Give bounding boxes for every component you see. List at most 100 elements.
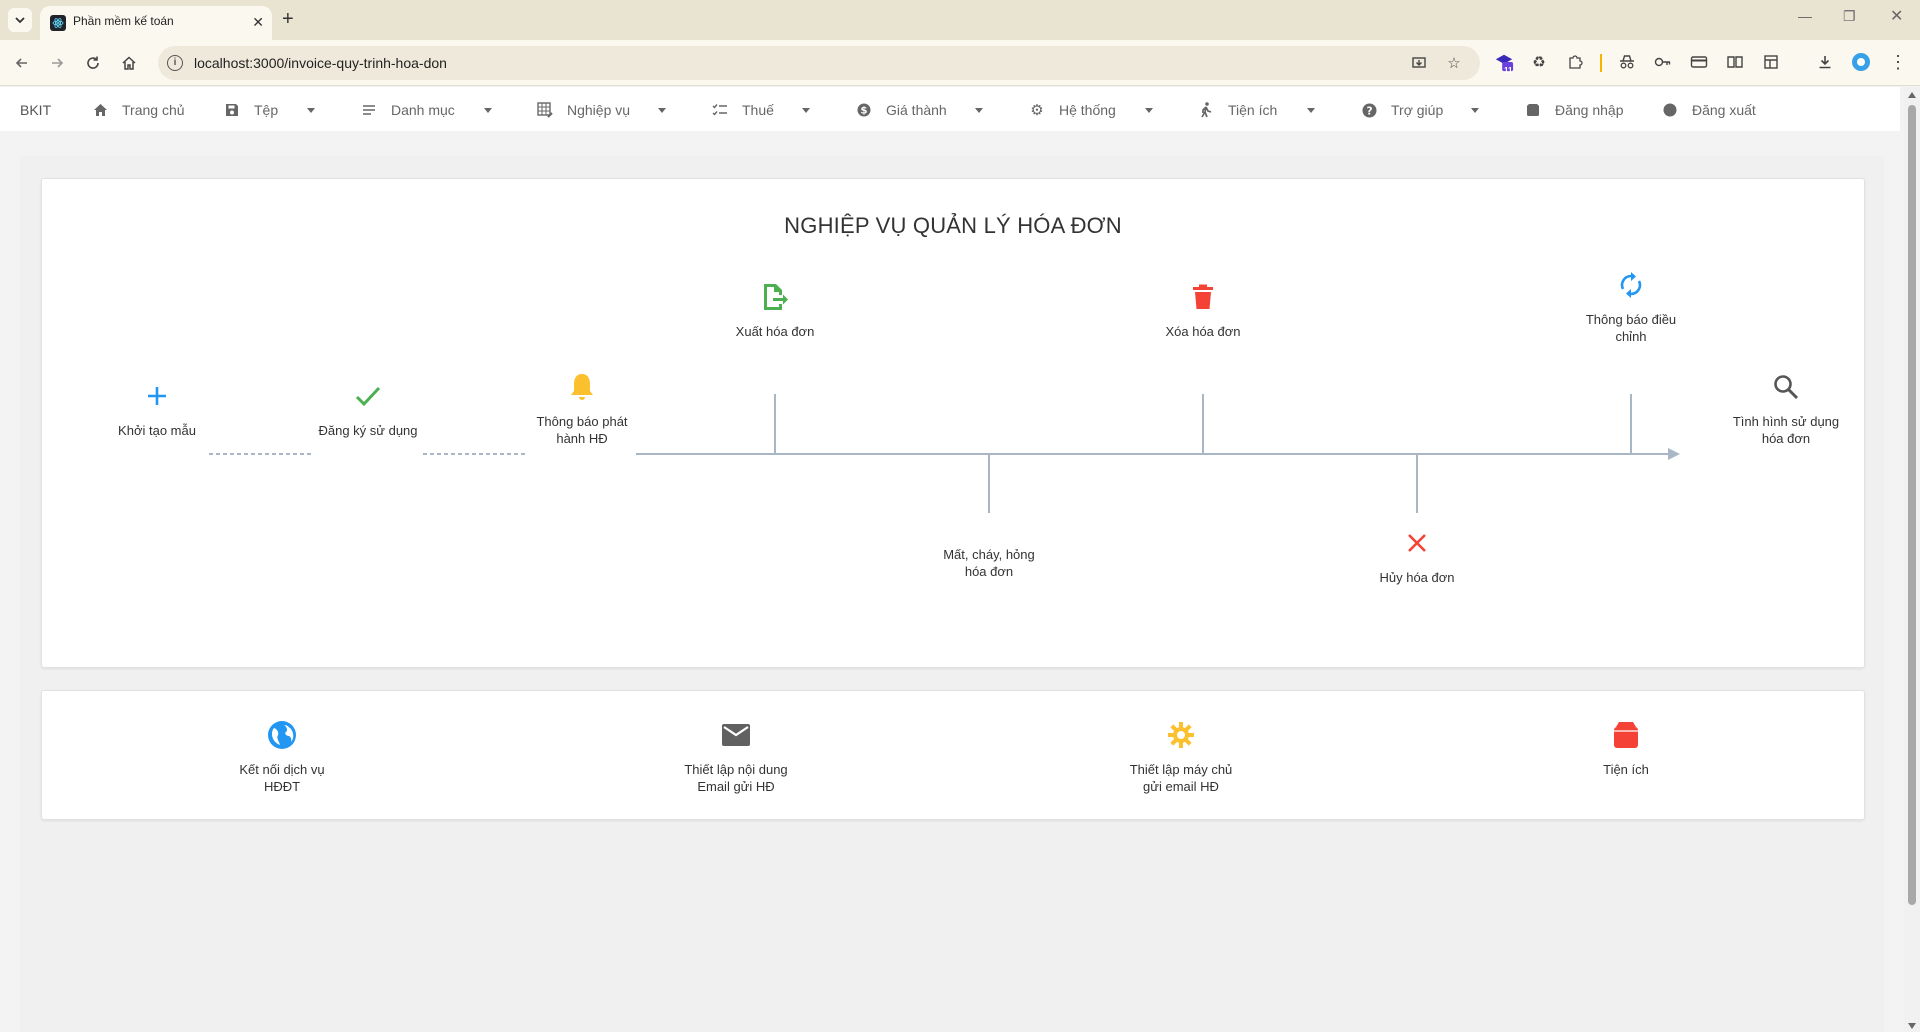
react-favicon-icon bbox=[50, 15, 66, 31]
login-icon bbox=[1525, 102, 1541, 118]
tab-close-icon[interactable]: ✕ bbox=[252, 13, 264, 31]
nav-item-tien-ich[interactable]: Tiện ích bbox=[1198, 101, 1277, 119]
app-navbar: BKIT Trang chủ Tệp Danh mục Nghiệp vụ Th… bbox=[0, 87, 1900, 131]
caret-down-icon[interactable] bbox=[1471, 108, 1479, 113]
nav-label: Thuế bbox=[742, 102, 774, 118]
site-info-icon[interactable]: i bbox=[167, 55, 183, 71]
nav-label: Đăng xuất bbox=[1692, 102, 1756, 118]
plus-icon bbox=[137, 376, 177, 416]
recycle-extension-icon[interactable]: ♻ bbox=[1529, 52, 1549, 72]
step-label: Đăng ký sử dụng bbox=[318, 423, 418, 438]
scroll-down-icon[interactable] bbox=[1908, 1023, 1916, 1029]
browser-menu-icon[interactable]: ⋮ bbox=[1888, 52, 1908, 72]
caret-down-icon[interactable] bbox=[1145, 108, 1153, 113]
nav-item-nghiep-vu[interactable]: Nghiệp vụ bbox=[537, 101, 630, 119]
nav-label: Nghiệp vụ bbox=[567, 102, 631, 118]
page-scrollbar[interactable] bbox=[1904, 87, 1920, 1032]
password-key-icon[interactable] bbox=[1653, 52, 1673, 72]
step-xuat-hoa-don[interactable]: Xuất hóa đơn bbox=[715, 277, 835, 340]
help-icon: ? bbox=[1361, 102, 1377, 118]
side-panel-icon[interactable] bbox=[1761, 52, 1781, 72]
step-dang-ky-su-dung[interactable]: Đăng ký sử dụng bbox=[306, 376, 430, 439]
caret-down-icon[interactable] bbox=[802, 108, 810, 113]
nav-item-dang-nhap[interactable]: Đăng nhập bbox=[1525, 101, 1624, 119]
nav-item-dang-xuat[interactable]: Đăng xuất bbox=[1662, 101, 1756, 119]
step-label: Mất, cháy, hỏng hóa đơn bbox=[943, 547, 1035, 579]
restore-icon[interactable]: ❐ bbox=[1843, 8, 1856, 25]
close-x-icon bbox=[1397, 523, 1437, 563]
incognito-icon[interactable] bbox=[1617, 52, 1637, 72]
sync-icon bbox=[1611, 265, 1651, 305]
caret-down-icon[interactable] bbox=[484, 108, 492, 113]
utility-thiet-lap-may-chu[interactable]: Thiết lập máy chủ gửi email HĐ bbox=[1111, 715, 1251, 795]
caret-down-icon[interactable] bbox=[1307, 108, 1315, 113]
address-bar[interactable]: i localhost:3000/invoice-quy-trinh-hoa-d… bbox=[158, 46, 1480, 80]
nav-item-tro-giup[interactable]: ? Trợ giúp bbox=[1361, 101, 1443, 119]
browser-tab[interactable]: Phần mềm kế toán ✕ bbox=[40, 6, 272, 40]
email-icon bbox=[716, 715, 756, 755]
step-thong-bao-dieu-chinh[interactable]: Thông báo điều chỉnh bbox=[1571, 265, 1691, 345]
step-khoi-tao-mau[interactable]: Khởi tạo mẫu bbox=[102, 376, 212, 439]
step-thong-bao-phat-hanh[interactable]: Thông báo phát hành HĐ bbox=[522, 367, 642, 447]
utility-thiet-lap-email[interactable]: Thiết lập nội dung Email gửi HĐ bbox=[666, 715, 806, 795]
logout-icon bbox=[1662, 102, 1678, 118]
profile-avatar-icon[interactable] bbox=[1851, 52, 1871, 72]
sun-gear-icon bbox=[1161, 715, 1201, 755]
reload-icon[interactable] bbox=[83, 53, 103, 73]
nav-item-thue[interactable]: Thuế bbox=[712, 101, 774, 119]
tab-search-button[interactable] bbox=[8, 8, 32, 32]
step-xoa-hoa-don[interactable]: Xóa hóa đơn bbox=[1143, 277, 1263, 340]
new-tab-button[interactable]: + bbox=[282, 7, 294, 31]
nav-label: Trợ giúp bbox=[1391, 102, 1444, 118]
home-browser-icon[interactable] bbox=[119, 53, 139, 73]
dollar-icon: $ bbox=[856, 102, 872, 118]
step-huy-hoa-don[interactable]: Hủy hóa đơn bbox=[1357, 523, 1477, 586]
svg-text:$: $ bbox=[861, 106, 868, 117]
checklist-icon bbox=[712, 102, 728, 118]
step-tinh-hinh-su-dung[interactable]: Tình hình sử dụng hóa đơn bbox=[1726, 367, 1846, 447]
download-icon[interactable] bbox=[1815, 52, 1835, 72]
table-edit-icon bbox=[537, 102, 553, 118]
nav-item-danh-muc[interactable]: Danh mục bbox=[361, 101, 455, 119]
reading-mode-icon[interactable] bbox=[1725, 52, 1745, 72]
utility-label: Tiện ích bbox=[1603, 762, 1649, 777]
close-window-icon[interactable]: ✕ bbox=[1890, 6, 1903, 26]
extensions-puzzle-icon[interactable] bbox=[1565, 52, 1585, 72]
caret-down-icon[interactable] bbox=[658, 108, 666, 113]
search-icon bbox=[1766, 367, 1806, 407]
nav-label: Tiện ích bbox=[1228, 102, 1278, 118]
file-export-icon bbox=[755, 277, 795, 317]
step-mat-chay-hong[interactable]: Mất, cháy, hỏng hóa đơn bbox=[924, 526, 1054, 580]
empty-icon-slot bbox=[969, 526, 1009, 540]
caret-down-icon[interactable] bbox=[307, 108, 315, 113]
forward-icon[interactable] bbox=[47, 53, 67, 73]
archive-icon bbox=[1606, 715, 1646, 755]
caret-down-icon[interactable] bbox=[975, 108, 983, 113]
step-label: Thông báo phát hành HĐ bbox=[536, 414, 628, 446]
nav-item-he-thong[interactable]: ⚙ Hệ thống bbox=[1029, 101, 1116, 119]
utility-label: Kết nối dịch vụ HĐĐT bbox=[239, 762, 325, 794]
back-icon[interactable] bbox=[12, 53, 32, 73]
walk-icon bbox=[1198, 102, 1214, 118]
nav-label: Tệp bbox=[254, 102, 279, 118]
nav-item-tep[interactable]: Tệp bbox=[224, 101, 278, 119]
nav-item-trang-chu[interactable]: Trang chủ bbox=[92, 101, 185, 119]
nav-item-gia-thanh[interactable]: $ Giá thành bbox=[856, 101, 947, 119]
brand-logo[interactable]: BKIT bbox=[20, 102, 51, 118]
list-icon bbox=[361, 102, 377, 118]
home-icon bbox=[92, 102, 108, 118]
nav-label: Giá thành bbox=[886, 102, 947, 118]
scroll-thumb[interactable] bbox=[1908, 105, 1916, 905]
browser-toolbar: i localhost:3000/invoice-quy-trinh-hoa-d… bbox=[0, 40, 1920, 86]
step-label: Xuất hóa đơn bbox=[735, 324, 815, 339]
scroll-up-icon[interactable] bbox=[1908, 92, 1916, 98]
install-app-icon[interactable] bbox=[1409, 53, 1429, 73]
utility-label: Thiết lập nội dung Email gửi HĐ bbox=[684, 762, 788, 794]
step-label: Tình hình sử dụng hóa đơn bbox=[1732, 414, 1840, 446]
utility-ket-noi-dich-vu[interactable]: Kết nối dịch vụ HĐĐT bbox=[222, 715, 342, 795]
bookmark-star-icon[interactable]: ☆ bbox=[1444, 53, 1464, 73]
extension-badge-count: 11 bbox=[1504, 66, 1513, 75]
utility-tien-ich[interactable]: Tiện ích bbox=[1566, 715, 1686, 778]
minimize-icon[interactable]: — bbox=[1798, 8, 1812, 24]
payment-card-icon[interactable] bbox=[1689, 52, 1709, 72]
